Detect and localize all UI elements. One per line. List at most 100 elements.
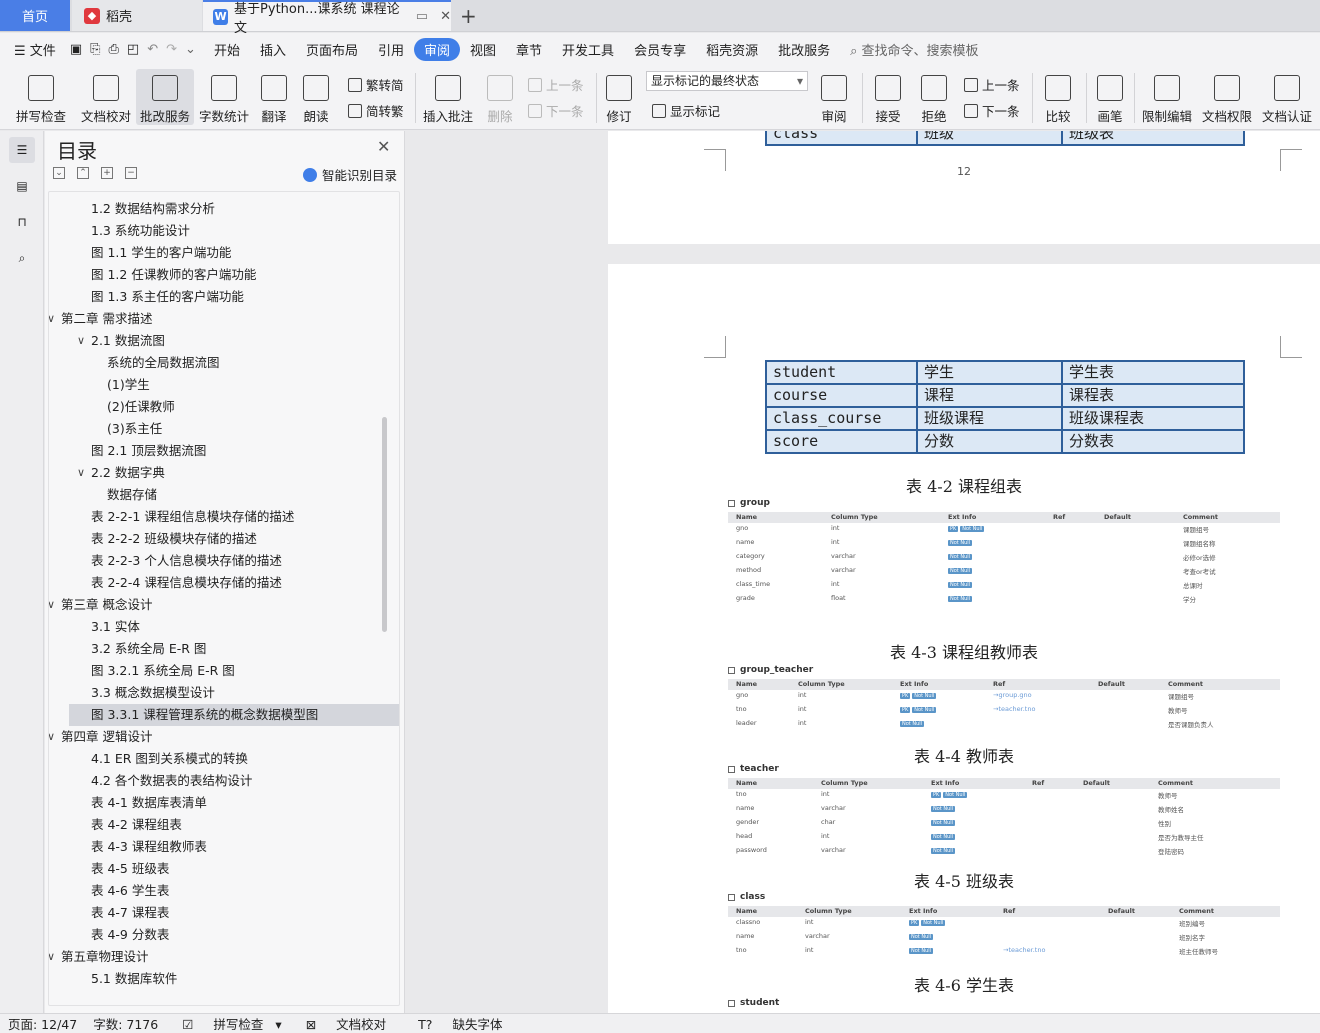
toc-item[interactable]: (2)任课教师 xyxy=(69,396,399,418)
toc-item[interactable]: 4.1 ER 图到关系模式的转换 xyxy=(69,748,399,770)
toc-item[interactable]: ∨ 第四章 逻辑设计 xyxy=(49,726,399,748)
toc-item[interactable]: 表 4-2 课程组表 xyxy=(69,814,399,836)
prev-change-button[interactable]: 上一条 xyxy=(964,75,1020,94)
menu-developer[interactable]: 开发工具 xyxy=(552,40,624,59)
tab-home[interactable]: 首页 xyxy=(0,0,70,31)
doc-auth-button[interactable]: 文档认证 xyxy=(1260,69,1314,125)
toc-item[interactable]: 表 2-2-2 班级模块存储的描述 xyxy=(69,528,399,550)
chevron-down-icon[interactable]: ∨ xyxy=(49,308,55,330)
toc-item[interactable]: 5.1 数据库软件 xyxy=(69,968,399,990)
chevron-down-icon[interactable]: ∨ xyxy=(49,946,55,968)
doc-permission-button[interactable]: 文档权限 xyxy=(1200,69,1254,125)
menu-chapter[interactable]: 章节 xyxy=(506,40,552,59)
tab-daoke[interactable]: ◆ 稻壳 xyxy=(72,0,202,31)
export-pdf-icon[interactable]: ⎘ xyxy=(86,42,104,57)
toc-item[interactable]: 表 4-5 班级表 xyxy=(69,858,399,880)
redo-icon[interactable]: ↷ xyxy=(162,42,181,57)
add-heading-icon[interactable]: + xyxy=(101,167,113,179)
word-count-button[interactable]: 字数统计 xyxy=(198,69,250,125)
read-aloud-button[interactable]: 朗读 xyxy=(298,69,334,125)
toc-item[interactable]: 数据存储 xyxy=(69,484,399,506)
pen-button[interactable]: 画笔 xyxy=(1094,69,1126,125)
toc-item[interactable]: 图 3.3.1 课程管理系统的概念数据模型图 xyxy=(69,704,399,726)
toc-item[interactable]: 图 1.2 任课教师的客户端功能 xyxy=(69,264,399,286)
toc-item[interactable]: 1.3 系统功能设计 xyxy=(69,220,399,242)
toc-item[interactable]: ∨ 第五章物理设计 xyxy=(49,946,399,968)
toc-item[interactable]: 图 3.2.1 系统全局 E-R 图 xyxy=(69,660,399,682)
correction-service-button[interactable]: 批改服务 xyxy=(136,69,194,125)
search-icon[interactable]: ⌕ xyxy=(9,245,35,271)
toc-item[interactable]: 表 2-2-4 课程信息模块存储的描述 xyxy=(69,572,399,594)
toc-item[interactable]: 系统的全局数据流图 xyxy=(69,352,399,374)
chevron-down-icon[interactable]: ∨ xyxy=(77,462,85,484)
menu-start[interactable]: 开始 xyxy=(204,40,250,59)
close-icon[interactable]: ✕ xyxy=(377,137,390,156)
more-icon[interactable]: ⌄ xyxy=(181,42,204,57)
revise-button[interactable]: 修订 xyxy=(602,69,636,125)
status-missing-fonts[interactable]: T? 缺失字体 xyxy=(402,1014,518,1033)
toc-item[interactable]: 图 1.3 系主任的客户端功能 xyxy=(69,286,399,308)
remove-heading-icon[interactable]: − xyxy=(125,167,137,179)
insert-comment-button[interactable]: 插入批注 xyxy=(422,69,474,125)
delete-comment-button[interactable]: 删除 xyxy=(482,69,518,125)
menu-references[interactable]: 引用 xyxy=(368,40,414,59)
print-preview-icon[interactable]: ◰ xyxy=(123,42,143,57)
markup-state-select[interactable]: 显示标记的最终状态 ▾ xyxy=(646,71,808,91)
toc-item[interactable]: 3.1 实体 xyxy=(69,616,399,638)
menu-daoke-resources[interactable]: 稻壳资源 xyxy=(696,40,768,59)
toc-item[interactable]: ∨ 2.1 数据流图 xyxy=(69,330,399,352)
bookmark-icon[interactable]: ⊓ xyxy=(9,209,35,235)
toc-item[interactable]: ∨ 第二章 需求描述 xyxy=(49,308,399,330)
restrict-edit-button[interactable]: 限制编辑 xyxy=(1140,69,1194,125)
spellcheck-button[interactable]: 拼写检查 xyxy=(12,69,70,125)
toc-item[interactable]: 图 1.1 学生的客户端功能 xyxy=(69,242,399,264)
toc-scrollbar[interactable] xyxy=(382,417,387,632)
menu-layout[interactable]: 页面布局 xyxy=(296,40,368,59)
menu-view[interactable]: 视图 xyxy=(460,40,506,59)
smart-toc-button[interactable]: 智能识别目录 xyxy=(303,165,397,184)
toc-item[interactable]: 4.2 各个数据表的表结构设计 xyxy=(69,770,399,792)
doc-proof-button[interactable]: 文档校对 xyxy=(80,69,132,125)
compare-button[interactable]: 比较 xyxy=(1040,69,1076,125)
status-spellcheck[interactable]: ☑ 拼写检查 ▾ xyxy=(166,1014,289,1033)
command-search[interactable]: ⌕ 查找命令、搜索模板 xyxy=(840,40,988,59)
toc-item[interactable]: 表 4-9 分数表 xyxy=(69,924,399,946)
status-proof[interactable]: ⊠ 文档校对 xyxy=(290,1014,402,1033)
translate-button[interactable]: 翻译 xyxy=(256,69,292,125)
menu-insert[interactable]: 插入 xyxy=(250,40,296,59)
menu-member[interactable]: 会员专享 xyxy=(624,40,696,59)
toc-item[interactable]: 图 2.1 顶层数据流图 xyxy=(69,440,399,462)
close-tab-icon[interactable]: ✕ xyxy=(440,9,451,24)
to-simplified-button[interactable]: 简转繁 xyxy=(348,101,404,120)
pin-icon[interactable]: ▭ xyxy=(416,9,428,24)
toc-item[interactable]: 3.3 概念数据模型设计 xyxy=(69,682,399,704)
next-change-button[interactable]: 下一条 xyxy=(964,101,1020,120)
save-icon[interactable]: ▣ xyxy=(66,42,86,57)
menu-correction[interactable]: 批改服务 xyxy=(768,40,840,59)
toc-item[interactable]: 表 2-2-3 个人信息模块存储的描述 xyxy=(69,550,399,572)
toc-item[interactable]: 3.2 系统全局 E-R 图 xyxy=(69,638,399,660)
toc-item[interactable]: 1.2 数据结构需求分析 xyxy=(69,198,399,220)
tab-document[interactable]: W 基于Python...课系统 课程论文 ▭ ✕ xyxy=(203,0,451,36)
toc-item[interactable]: 表 2-2-1 课程组信息模块存储的描述 xyxy=(69,506,399,528)
toc-panel-icon[interactable]: ☰ xyxy=(9,137,35,163)
to-traditional-button[interactable]: 繁转简 xyxy=(348,75,404,94)
show-markup-button[interactable]: 显示标记 xyxy=(652,101,720,120)
chevron-down-icon[interactable]: ∨ xyxy=(49,726,55,748)
toc-item[interactable]: (3)系主任 xyxy=(69,418,399,440)
toc-item[interactable]: 表 4-6 学生表 xyxy=(69,880,399,902)
next-comment-button[interactable]: 下一条 xyxy=(528,101,584,120)
toc-item[interactable]: 表 4-3 课程组教师表 xyxy=(69,836,399,858)
toc-item[interactable]: (1)学生 xyxy=(69,374,399,396)
print-icon[interactable]: ⎙ xyxy=(105,42,123,57)
reject-button[interactable]: 拒绝 xyxy=(916,69,952,125)
toc-item[interactable]: 表 4-7 课程表 xyxy=(69,902,399,924)
new-tab-icon[interactable]: + xyxy=(460,4,477,28)
chevron-down-icon[interactable]: ∨ xyxy=(77,330,85,352)
word-count[interactable]: 字数: 7176 xyxy=(85,1014,166,1033)
undo-icon[interactable]: ↶ xyxy=(143,42,162,57)
toc-item[interactable]: ∨ 第三章 概念设计 xyxy=(49,594,399,616)
accept-button[interactable]: 接受 xyxy=(870,69,906,125)
toc-item[interactable]: ∨ 2.2 数据字典 xyxy=(69,462,399,484)
collapse-all-icon[interactable]: ⌄ xyxy=(53,167,65,179)
